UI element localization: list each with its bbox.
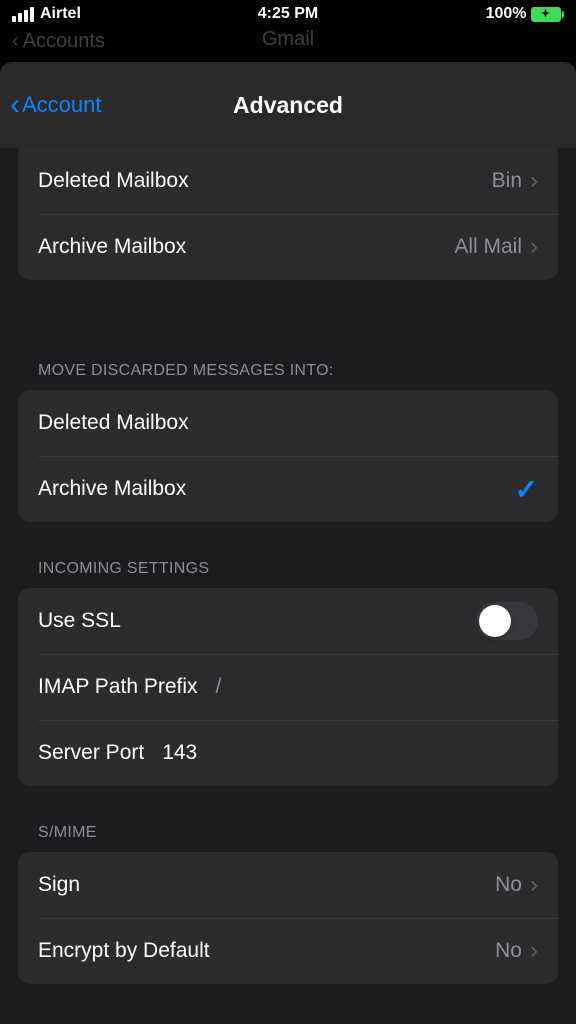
row-label: Sign: [38, 873, 495, 897]
row-label: Encrypt by Default: [38, 939, 495, 963]
chevron-right-icon: ›: [530, 233, 538, 261]
checkmark-icon: ✓: [515, 473, 538, 506]
incoming-group: Use SSL IMAP Path Prefix / Server Port 1…: [18, 588, 558, 786]
discarded-section-header: MOVE DISCARDED MESSAGES INTO:: [0, 362, 576, 390]
sign-row[interactable]: Sign No ›: [18, 852, 558, 918]
incoming-section-header: INCOMING SETTINGS: [0, 560, 576, 588]
ghost-title: Gmail: [0, 28, 576, 51]
option-label: Archive Mailbox: [38, 477, 515, 501]
row-value: All Mail: [454, 235, 522, 259]
archive-mailbox-row[interactable]: Archive Mailbox All Mail ›: [18, 214, 558, 280]
discarded-option-archive[interactable]: Archive Mailbox ✓: [18, 456, 558, 522]
carrier-label: Airtel: [40, 5, 81, 23]
cellular-signal-icon: [12, 7, 34, 22]
row-label: IMAP Path Prefix: [38, 675, 198, 699]
row-label: Archive Mailbox: [38, 235, 454, 259]
discarded-option-deleted[interactable]: Deleted Mailbox: [18, 390, 558, 456]
row-value: 143: [162, 741, 197, 765]
encrypt-by-default-row[interactable]: Encrypt by Default No ›: [18, 918, 558, 984]
smime-section-header: S/MIME: [0, 824, 576, 852]
navigation-bar: ‹ Account Advanced: [0, 62, 576, 148]
chevron-right-icon: ›: [530, 871, 538, 899]
row-value: No: [495, 939, 522, 963]
row-label: Use SSL: [38, 609, 476, 633]
content: Deleted Mailbox Bin › Archive Mailbox Al…: [0, 148, 576, 1024]
imap-path-prefix-row[interactable]: IMAP Path Prefix /: [18, 654, 558, 720]
row-value: /: [216, 675, 222, 699]
chevron-right-icon: ›: [530, 167, 538, 195]
mailbox-behaviors-group: Deleted Mailbox Bin › Archive Mailbox Al…: [18, 148, 558, 280]
use-ssl-row: Use SSL: [18, 588, 558, 654]
server-port-row[interactable]: Server Port 143: [18, 720, 558, 786]
battery-icon: ✦: [531, 7, 565, 22]
status-right: 100% ✦: [486, 5, 564, 23]
discarded-group: Deleted Mailbox Archive Mailbox ✓: [18, 390, 558, 522]
chevron-right-icon: ›: [530, 937, 538, 965]
battery-percent: 100%: [486, 5, 527, 23]
row-label: Server Port: [38, 741, 144, 765]
status-left: Airtel: [12, 5, 81, 23]
smime-group: Sign No › Encrypt by Default No ›: [18, 852, 558, 984]
row-value: Bin: [492, 169, 522, 193]
page-title: Advanced: [0, 92, 576, 119]
row-value: No: [495, 873, 522, 897]
deleted-mailbox-row[interactable]: Deleted Mailbox Bin ›: [18, 148, 558, 214]
use-ssl-toggle[interactable]: [476, 602, 538, 640]
row-label: Deleted Mailbox: [38, 169, 492, 193]
option-label: Deleted Mailbox: [38, 411, 538, 435]
status-bar: Airtel 4:25 PM 100% ✦: [0, 0, 576, 28]
